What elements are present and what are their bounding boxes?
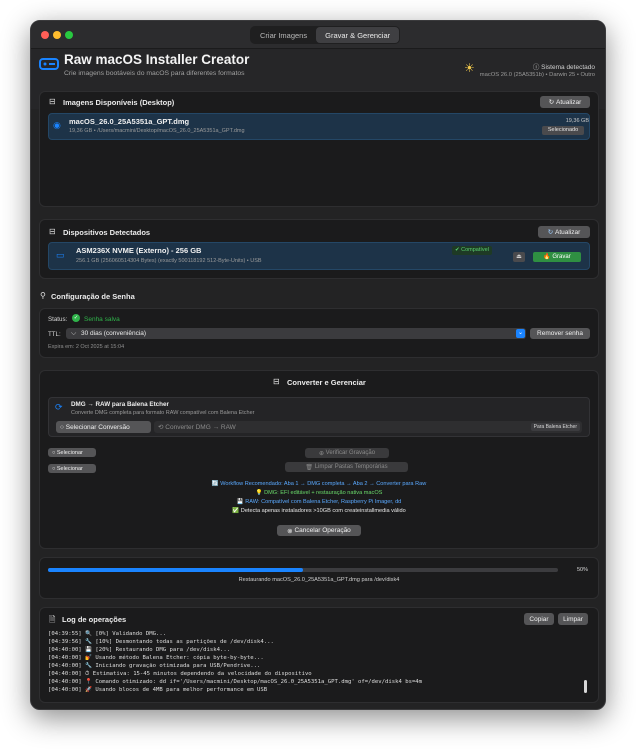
password-title: Configuração de Senha bbox=[51, 292, 135, 301]
zoom-window-button[interactable] bbox=[65, 31, 73, 39]
log-line: [04:40:00] 💾 [20%] Restaurando DMG para … bbox=[48, 647, 231, 653]
info-icon: ⓘ bbox=[532, 64, 542, 71]
image-name: macOS_26.0_25A5351a_GPT.dmg bbox=[69, 117, 190, 126]
ttl-select[interactable]: ⌵ 30 dias (conveniência) ⌄ bbox=[66, 328, 526, 339]
status-value: Senha salva bbox=[84, 316, 120, 323]
drive-small-icon: ⊟ bbox=[49, 97, 56, 106]
document-icon: 🗎 bbox=[49, 615, 56, 624]
tab-criar-imagens[interactable]: Criar Imagens bbox=[251, 27, 316, 43]
balena-tag: Para Balena Etcher bbox=[530, 423, 580, 431]
app-title: Raw macOS Installer Creator bbox=[64, 52, 250, 67]
progress-track bbox=[48, 568, 558, 572]
printer-icon: ⊟ bbox=[273, 377, 280, 386]
clear-log-button[interactable]: Limpar bbox=[558, 613, 588, 625]
chevron-down-icon: ⌵ bbox=[71, 330, 77, 337]
eject-button[interactable]: ⏏ bbox=[513, 252, 525, 262]
log-line: [04:39:55] 🔍 [0%] Validando DMG... bbox=[48, 631, 167, 637]
log-line: [04:40:00] ⏱ Estimativa: 15-45 minutos d… bbox=[48, 671, 312, 677]
minimize-window-button[interactable] bbox=[53, 31, 61, 39]
images-refresh-button[interactable]: ↻ Atualizar bbox=[540, 96, 590, 108]
selected-badge: Selecionado bbox=[542, 126, 584, 135]
burn-button[interactable]: 🔥 Gravar bbox=[533, 252, 581, 262]
remove-password-button[interactable]: Remover senha bbox=[530, 328, 590, 339]
images-card bbox=[39, 91, 599, 207]
select-button-2[interactable]: ○ Selecionar bbox=[48, 464, 96, 473]
expiry-text: Expira em: 2 Oct 2025 at 15:04 bbox=[48, 344, 125, 350]
log-line: [04:40:00] 📍 Comando otimizado: dd if='/… bbox=[48, 679, 423, 685]
system-info: macOS 26.0 (25A5351b) • Darwin 25 • Outr… bbox=[479, 72, 595, 78]
log-line: [04:39:56] 🔧 [10%] Desmontando todas as … bbox=[48, 639, 274, 645]
compatible-badge: ✔ Compatível bbox=[452, 246, 492, 255]
app-subtitle: Crie imagens bootáveis do macOS para dif… bbox=[64, 70, 245, 77]
progress-percent: 50% bbox=[577, 567, 589, 573]
convert-title: Converter e Gerenciar bbox=[287, 378, 366, 387]
mode-title: DMG → RAW para Balena Etcher bbox=[71, 401, 169, 408]
select-conversion-button[interactable]: ○ Selecionar Conversão bbox=[56, 421, 151, 433]
key-icon: ⚲ bbox=[40, 291, 46, 300]
workflow-icon: 🔄 bbox=[211, 481, 221, 487]
verify-burn-button[interactable]: ⊕ Verificar Gravação bbox=[305, 448, 389, 458]
convert-dmg-raw-button[interactable]: ⟲ Converter DMG → RAW Para Balena Etcher bbox=[154, 421, 582, 433]
tip-detect: ✅ Detecta apenas instaladores >10GB com … bbox=[232, 508, 406, 514]
cancel-operation-button[interactable]: ⊗ Cancelar Operação bbox=[277, 525, 361, 536]
app-window: Criar Imagens Gravar & Gerenciar Raw mac… bbox=[30, 20, 606, 710]
tip-workflow: 🔄 Workflow Recomendado: Aba 1 → DMG comp… bbox=[211, 481, 427, 487]
log-line: [04:40:00] 💅 Usando método Balena Etcher… bbox=[48, 655, 264, 661]
disc-icon: ◉ bbox=[53, 120, 61, 130]
log-title: Log de operações bbox=[62, 615, 127, 624]
title-bar: Criar Imagens Gravar & Gerenciar bbox=[31, 21, 605, 49]
disk-icon: 💾 bbox=[236, 499, 246, 505]
ttl-label: TTL: bbox=[48, 331, 61, 338]
mode-description: Converte DMG completa para formato RAW c… bbox=[71, 410, 255, 416]
progress-fill bbox=[48, 568, 303, 572]
tip-raw: 💾 RAW: Compatível com Balena Etcher, Ras… bbox=[236, 499, 402, 505]
drive-icon bbox=[39, 58, 59, 70]
clean-temp-button[interactable]: 🗑 Limpar Pastas Temporárias bbox=[285, 462, 408, 472]
close-window-button[interactable] bbox=[41, 31, 49, 39]
convert-icon: ⟲ bbox=[158, 424, 166, 431]
refresh-icon: ↻ bbox=[548, 99, 556, 106]
select-button-1[interactable]: ○ Selecionar bbox=[48, 448, 96, 457]
sync-icon: ⟳ bbox=[55, 402, 63, 412]
device-detail: 256.1 GB (256060514304 Bytes) (exactly 5… bbox=[76, 258, 262, 264]
refresh-icon: ↻ bbox=[547, 229, 555, 236]
devices-title: Dispositivos Detectados bbox=[63, 228, 151, 237]
tab-gravar-gerenciar[interactable]: Gravar & Gerenciar bbox=[316, 27, 400, 43]
devices-refresh-button[interactable]: ↻ Atualizar bbox=[538, 226, 590, 238]
device-name: ASM236X NVME (Externo) - 256 GB bbox=[76, 246, 202, 255]
drive-small-icon: ⊟ bbox=[49, 227, 56, 236]
status-label: Status: bbox=[48, 316, 68, 323]
log-line: [04:40:00] 🔧 Iniciando gravação otimizad… bbox=[48, 663, 261, 669]
x-circle-icon: ⊗ bbox=[287, 527, 295, 535]
image-size: 19,36 GB bbox=[565, 118, 589, 124]
log-line: [04:40:00] 🚀 Usando blocos de 4MB para m… bbox=[48, 687, 268, 693]
select-stepper-icon: ⌄ bbox=[516, 329, 525, 338]
trash-icon: 🗑 bbox=[305, 464, 315, 471]
ttl-value: 30 dias (conveniência) bbox=[81, 330, 147, 337]
tip-dmg: 💡 DMG: EFI editável + restauração nativa… bbox=[255, 490, 383, 496]
progress-caption: Restaurando macOS_26.0_25A5351a_GPT.dmg … bbox=[238, 577, 400, 583]
external-drive-icon: ▭ bbox=[56, 250, 65, 260]
bulb-icon: 💡 bbox=[255, 490, 265, 496]
copy-log-button[interactable]: Copiar bbox=[524, 613, 554, 625]
status-check-icon: ✓ bbox=[72, 314, 80, 322]
tab-bar: Criar Imagens Gravar & Gerenciar bbox=[250, 26, 401, 44]
images-title: Imagens Disponíveis (Desktop) bbox=[63, 98, 175, 107]
system-detected-label: ⓘ Sistema detectado bbox=[532, 64, 595, 71]
image-path: 19,36 GB • /Users/macmini/Desktop/macOS_… bbox=[69, 128, 245, 134]
log-scrollbar[interactable] bbox=[584, 680, 587, 693]
sun-icon: ☀ bbox=[464, 61, 475, 75]
check-icon: ✅ bbox=[232, 508, 241, 514]
verify-icon: ⊕ bbox=[318, 450, 326, 457]
